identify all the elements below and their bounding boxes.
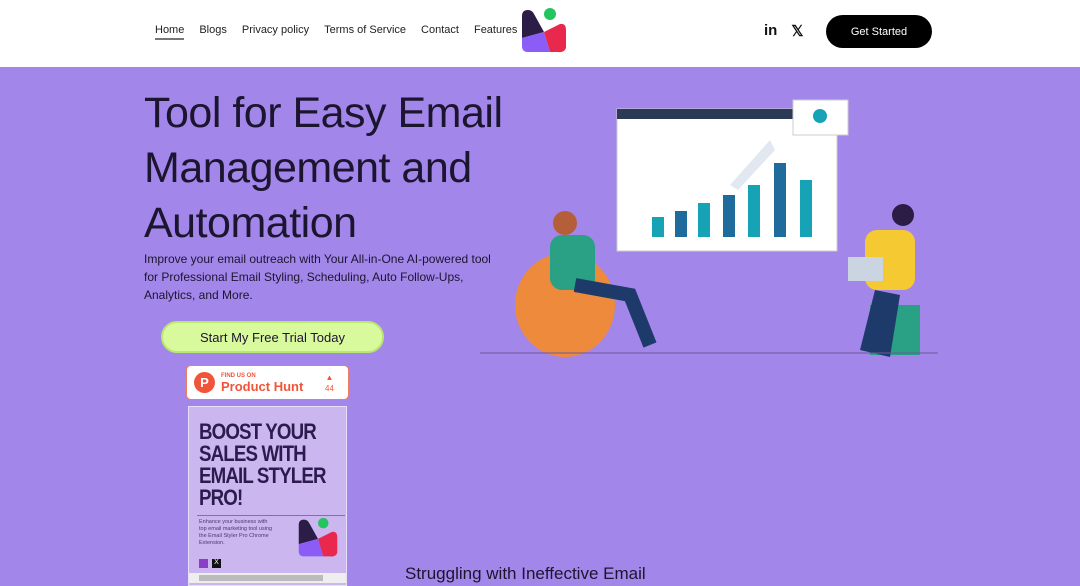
product-hunt-badge[interactable]: P FIND US ON Product Hunt ▲ 44 [186,365,349,400]
promo-banner[interactable]: BOOST YOUR SALES WITH EMAIL STYLER PRO! … [188,406,347,586]
hero-title: Tool for Easy Email Management and Autom… [144,89,503,247]
promo-title: BOOST YOUR SALES WITH EMAIL STYLER PRO! [199,419,326,510]
x-icon[interactable]: 𝕏 [791,22,803,40]
linkedin-icon[interactable] [199,559,208,568]
header: Home Blogs Privacy policy Terms of Servi… [0,0,1080,67]
upvote-icon: ▲ [325,373,334,382]
social-links: in 𝕏 [764,22,803,40]
x-icon[interactable]: X [212,559,221,568]
linkedin-icon[interactable]: in [764,22,777,40]
product-hunt-label: Product Hunt [221,379,304,394]
product-hunt-icon: P [194,372,215,393]
hero-illustration [480,99,938,357]
nav-features[interactable]: Features [474,24,517,40]
free-trial-button[interactable]: Start My Free Trial Today [161,321,384,353]
promo-description: Enhance your business with top email mar… [199,519,273,546]
horizontal-scrollbar[interactable] [189,573,346,583]
vote-count: 44 [325,384,334,393]
section-heading: Struggling with Ineffective Email [405,564,646,583]
logo[interactable] [520,8,568,54]
nav-privacy[interactable]: Privacy policy [242,24,309,40]
get-started-button[interactable]: Get Started [826,15,932,48]
nav-home[interactable]: Home [155,24,185,40]
nav-contact[interactable]: Contact [421,24,459,40]
main-nav: Home Blogs Privacy policy Terms of Servi… [155,24,517,40]
hero-subtitle: Improve your email outreach with Your Al… [144,252,491,302]
nav-terms[interactable]: Terms of Service [324,24,406,40]
nav-blogs[interactable]: Blogs [199,24,227,40]
promo-logo [298,517,338,557]
divider [197,515,345,516]
